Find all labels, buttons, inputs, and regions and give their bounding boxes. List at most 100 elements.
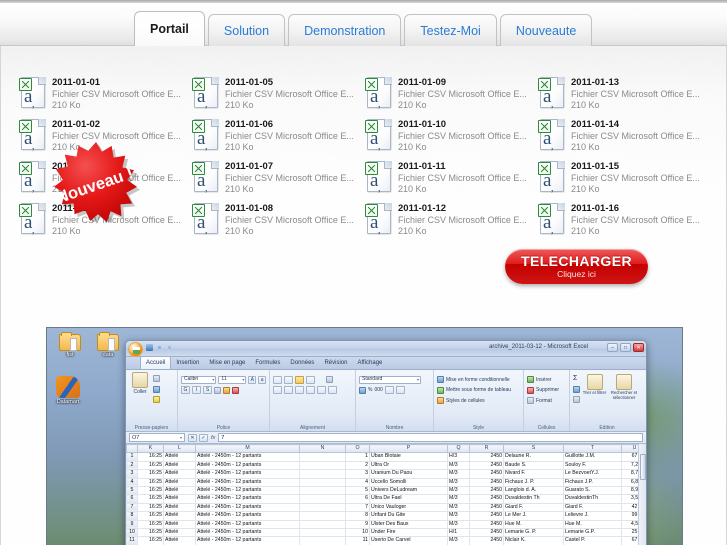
cell-L[interactable]: Attelé bbox=[163, 460, 196, 471]
cell-R[interactable]: 2450 bbox=[469, 460, 504, 471]
cell-O[interactable]: 5 bbox=[345, 486, 370, 496]
file-item[interactable]: a, 2011-01-06 Fichier CSV Microsoft Office… bbox=[192, 118, 362, 160]
row-header[interactable]: 10 bbox=[126, 528, 138, 538]
cell-O[interactable]: 7 bbox=[345, 502, 370, 513]
cell-M[interactable]: Attelé - 2450m - 12 partants bbox=[195, 469, 300, 479]
cell-Q[interactable]: M/3 bbox=[447, 536, 470, 545]
cell-R[interactable]: 2450 bbox=[469, 469, 504, 479]
cell-K[interactable]: 16:25 bbox=[137, 511, 164, 521]
cell-Q[interactable]: M/3 bbox=[447, 519, 470, 530]
format-as-table-item[interactable]: Mettre sous forme de tableau bbox=[446, 387, 511, 393]
copy-icon[interactable] bbox=[153, 385, 160, 393]
decrease-indent-icon[interactable] bbox=[306, 386, 315, 394]
cell-N[interactable] bbox=[299, 477, 346, 488]
file-item[interactable]: a, 2011-01-03 Fichier CSV Microsoft Office… bbox=[19, 160, 189, 202]
file-item[interactable]: a, 2011-01-14 Fichier CSV Microsoft Office… bbox=[538, 118, 708, 160]
file-item[interactable]: a, 2011-01-12 Fichier CSV Microsoft Office… bbox=[365, 202, 535, 244]
cell-L[interactable]: Attelé bbox=[163, 519, 196, 530]
file-item[interactable]: a, 2011-01-09 Fichier CSV Microsoft Office… bbox=[365, 76, 535, 118]
cell-L[interactable]: Attelé bbox=[163, 536, 196, 545]
cell-N[interactable] bbox=[299, 460, 346, 471]
cell-M[interactable]: Attelé - 2450m - 12 partants bbox=[195, 477, 300, 488]
fill-color-icon[interactable] bbox=[223, 386, 230, 394]
spreadsheet-row[interactable]: 3 16:25 Attelé Attelé - 2450m - 12 partants… bbox=[126, 469, 646, 479]
cell-P[interactable]: Uranium Du Paou bbox=[369, 469, 448, 479]
file-item[interactable]: a, 2011-01-08 Fichier CSV Microsoft Office… bbox=[192, 202, 362, 244]
desktop-icon-folder-1[interactable]: fist bbox=[53, 332, 87, 359]
cell-N[interactable] bbox=[299, 519, 346, 530]
file-item[interactable]: a, 2011-01-04 Fichier CSV Microsoft Office… bbox=[19, 202, 189, 244]
cell-O[interactable]: 8 bbox=[345, 511, 370, 521]
cell-M[interactable]: Attelé - 2450m - 12 partants bbox=[195, 460, 300, 471]
cell-N[interactable] bbox=[299, 452, 346, 462]
cell-S[interactable]: Delaune R. bbox=[503, 452, 564, 462]
format-painter-icon[interactable] bbox=[153, 396, 160, 403]
cell-M[interactable]: Attelé - 2450m - 12 partants bbox=[195, 519, 300, 530]
cell-P[interactable]: Under Fire bbox=[369, 528, 448, 538]
cell-P[interactable]: Ulster Des Baux bbox=[369, 519, 448, 530]
cell-T[interactable]: Fichaux J.P. bbox=[563, 477, 622, 488]
increase-decimal-icon[interactable] bbox=[384, 386, 394, 394]
column-header-T[interactable]: T bbox=[563, 444, 622, 454]
cell-S[interactable]: Le Mer J. bbox=[503, 511, 564, 521]
cell-L[interactable]: Attelé bbox=[163, 528, 196, 538]
cell-S[interactable]: Giard F. bbox=[503, 502, 564, 513]
wrap-text-icon[interactable] bbox=[326, 376, 333, 383]
cell-N[interactable] bbox=[299, 494, 346, 504]
close-button[interactable]: ✕ bbox=[633, 343, 644, 352]
row-header[interactable]: 8 bbox=[126, 511, 138, 521]
row-header[interactable]: 7 bbox=[126, 502, 138, 513]
cell-S[interactable]: Langlois d. A. bbox=[503, 486, 564, 496]
minimize-button[interactable]: – bbox=[607, 343, 618, 352]
cell-Q[interactable]: M/3 bbox=[447, 494, 470, 504]
merge-cells-icon[interactable] bbox=[328, 386, 337, 394]
row-header[interactable]: 5 bbox=[126, 486, 138, 496]
column-header-N[interactable]: N bbox=[299, 444, 346, 454]
align-middle-icon[interactable] bbox=[284, 375, 293, 384]
cell-L[interactable]: Attelé bbox=[163, 494, 196, 504]
increase-indent-icon[interactable] bbox=[317, 386, 326, 394]
inserer-item[interactable]: Insérer bbox=[536, 377, 552, 383]
rechercher-selectionner-button[interactable]: Rechercher et sélectionner bbox=[609, 374, 639, 431]
cell-M[interactable]: Attelé - 2450m - 12 partants bbox=[195, 502, 300, 513]
cell-S[interactable]: Baude S. bbox=[503, 460, 564, 471]
cell-R[interactable]: 2450 bbox=[469, 486, 504, 496]
borders-icon[interactable] bbox=[214, 386, 221, 394]
cell-O[interactable]: 6 bbox=[345, 494, 370, 504]
spreadsheet-row[interactable]: 4 16:25 Attelé Attelé - 2450m - 12 partants… bbox=[126, 477, 646, 488]
cell-R[interactable]: 2450 bbox=[469, 528, 504, 538]
spreadsheet-row[interactable]: 10 16:25 Attelé Attelé - 2450m - 12 partant… bbox=[126, 528, 646, 538]
cell-K[interactable]: 16:25 bbox=[137, 469, 164, 479]
cell-R[interactable]: 2450 bbox=[469, 494, 504, 504]
column-header-P[interactable]: P bbox=[369, 444, 448, 454]
underline-icon[interactable]: S bbox=[203, 386, 212, 394]
cell-N[interactable] bbox=[299, 528, 346, 538]
row-header[interactable]: 4 bbox=[126, 477, 138, 488]
cell-Q[interactable]: H/1 bbox=[447, 528, 470, 538]
fx-icon[interactable]: fx bbox=[211, 435, 215, 441]
file-item[interactable]: a, 2011-01-01 Fichier CSV Microsoft Office… bbox=[19, 76, 189, 118]
font-size-select[interactable]: 11 ▾ bbox=[218, 375, 247, 384]
cell-S[interactable]: Hue M. bbox=[503, 519, 564, 530]
bold-icon[interactable]: G bbox=[181, 386, 190, 394]
cell-N[interactable] bbox=[299, 502, 346, 513]
cell-N[interactable] bbox=[299, 486, 346, 496]
number-format-select[interactable]: Standard ▾ bbox=[359, 375, 421, 384]
cell-L[interactable]: Attelé bbox=[163, 511, 196, 521]
cell-R[interactable]: 2450 bbox=[469, 502, 504, 513]
spreadsheet-row[interactable]: 9 16:25 Attelé Attelé - 2450m - 12 partants… bbox=[126, 519, 646, 530]
cell-R[interactable]: 2450 bbox=[469, 477, 504, 488]
autosum-icon[interactable]: Σ bbox=[573, 375, 577, 382]
vertical-scrollbar[interactable] bbox=[638, 444, 646, 545]
cell-P[interactable]: Unico Vauloger bbox=[369, 502, 448, 513]
ribbon-tab-affichage[interactable]: Affichage bbox=[352, 357, 387, 369]
excel-screenshot[interactable]: fist data Datamart archive_2011-03-12 - … bbox=[46, 327, 683, 545]
tab-testez-moi[interactable]: Testez-Moi bbox=[404, 14, 497, 46]
file-item[interactable]: a, 2011-01-16 Fichier CSV Microsoft Office… bbox=[538, 202, 708, 244]
cell-O[interactable]: 4 bbox=[345, 477, 370, 488]
column-header-K[interactable]: K bbox=[137, 444, 164, 454]
desktop-icon-folder-2[interactable]: data bbox=[91, 332, 125, 359]
cell-S[interactable]: Niclair K. bbox=[503, 536, 564, 545]
cell-T[interactable]: Guarato S. bbox=[563, 486, 622, 496]
row-header[interactable]: 6 bbox=[126, 494, 138, 504]
